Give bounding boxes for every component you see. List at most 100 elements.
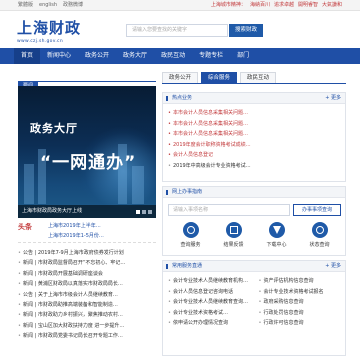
- common-services-header: 常用服务直通 + 更多: [163, 261, 345, 272]
- headline-block: 头条 上海市2019年上半年… 上海市2019年1-5月份…: [18, 219, 156, 243]
- list-item[interactable]: • 本市会计人员信息采集相关问题…: [168, 129, 345, 140]
- headline-link[interactable]: 上海市2019年上半年…: [48, 222, 101, 229]
- search-input[interactable]: 请输入您要查找的关键字: [126, 24, 228, 37]
- service-results-label: 结果反馈: [223, 242, 244, 248]
- city-spirit-label: 上海城市精神：: [210, 2, 246, 8]
- list-item[interactable]: • 公告 | 2019年7-9月上海市政府债券发行计划: [18, 248, 156, 258]
- service-inquiry-label: 查询服务: [180, 242, 201, 248]
- list-item[interactable]: • 本市会计人员信息采集相关问题…: [168, 108, 345, 119]
- tab-interaction[interactable]: 政民互动: [240, 72, 277, 83]
- news-list: • 公告 | 2019年7-9月上海市政府债券发行计划 • 新闻 | 市财政局监督局…: [18, 248, 156, 342]
- service-search-input[interactable]: 请输入事项名称: [168, 204, 290, 216]
- city-spirit-3: 開明睿智: [297, 2, 318, 8]
- hot-business-list: • 本市会计人员信息采集相关问题… • 本市会计人员信息采集相关问题… • 本市会计人…: [163, 104, 345, 171]
- nav-gov-open[interactable]: 政务公开: [78, 48, 116, 64]
- online-service-title: 网上办事指南: [172, 189, 203, 195]
- page: 繁體版 english 政務微博 上海城市精神： 海納百川 追求卓越 開明睿智 …: [0, 0, 360, 360]
- list-item[interactable]: • 新闻 | 市财政助力乡村振兴，聚焦推动农村…: [18, 310, 156, 320]
- site-logo[interactable]: 上海财政 www.czj.sh.gov.cn: [17, 17, 81, 44]
- logo-url: www.czj.sh.gov.cn: [17, 39, 63, 44]
- list-item[interactable]: • 新闻 | 宝山区加大财政扶持力度 进一步提升…: [18, 321, 156, 331]
- list-item[interactable]: • 行政处罚信息查询: [259, 308, 346, 319]
- nav-home[interactable]: 首页: [14, 48, 41, 64]
- list-item[interactable]: • 会计专业技术资格考试报名: [259, 287, 346, 298]
- nav-department[interactable]: 部门: [230, 48, 256, 64]
- hot-business-title: 热点业务: [172, 95, 193, 101]
- section-bar-icon: [166, 190, 168, 195]
- service-inquiry[interactable]: 查询服务: [173, 222, 209, 248]
- news-section-header: 要闻: [18, 72, 156, 91]
- tab-gov-open[interactable]: 政务公开: [162, 72, 199, 83]
- service-download-label: 下载中心: [266, 242, 287, 248]
- nav-interaction[interactable]: 政民互动: [154, 48, 192, 64]
- nav-news[interactable]: 新闻中心: [40, 48, 78, 64]
- common-services-box: 常用服务直通 + 更多 • 会计专业技术人员继续教育机构… • 资产评估机构信息查询…: [162, 260, 346, 356]
- headline-label: 头条: [18, 223, 32, 231]
- banner-dot[interactable]: [142, 210, 146, 214]
- common-services-more[interactable]: + 更多: [325, 261, 341, 272]
- search-icon: [182, 222, 199, 238]
- list-item[interactable]: • 资产评估机构信息查询: [259, 276, 346, 287]
- list-item[interactable]: • 会计专业技术人员继续教育机构…: [168, 276, 255, 287]
- list-item[interactable]: • 公告 | 关于上海市市级会计人员继续教育…: [18, 290, 156, 300]
- list-item[interactable]: • 行政许可信息查询: [259, 318, 346, 329]
- city-spirit-1: 海納百川: [249, 2, 270, 8]
- list-item[interactable]: • 会计专业技术资格考试…: [168, 308, 255, 319]
- banner-building: [24, 164, 34, 204]
- hot-business-header: 热点业务 + 更多: [163, 93, 345, 104]
- list-item[interactable]: • 政府采购信息查询: [259, 297, 346, 308]
- banner-dot[interactable]: [148, 210, 152, 214]
- service-tabs: 政务公开 综合服务 政民互动: [162, 72, 346, 84]
- list-item[interactable]: • 新闻 | 市财政局监督局召开“不忘初心、牢记…: [18, 258, 156, 268]
- list-item[interactable]: • 新闻 | 市财政局开展基础调研座谈会: [18, 269, 156, 279]
- news-banner[interactable]: 政务大厅 “一网通办” 上海市财政局政务大厅上线: [18, 86, 156, 218]
- top-strip: 繁體版 english 政務微博 上海城市精神： 海納百川 追求卓越 開明睿智 …: [0, 0, 360, 11]
- service-status[interactable]: 状态查询: [302, 222, 338, 248]
- list-item[interactable]: • 会计人员信息登记: [168, 150, 345, 161]
- header: 上海财政 www.czj.sh.gov.cn 请输入您要查找的关键字 搜索财政: [0, 11, 360, 48]
- list-item[interactable]: • 新闻 | 市财政局党委书记局长召开专题工作…: [18, 331, 156, 341]
- link-traditional[interactable]: 繁體版: [18, 0, 33, 11]
- nav-special[interactable]: 专题专栏: [192, 48, 230, 64]
- document-icon: [225, 222, 242, 238]
- check-icon: [311, 222, 328, 238]
- hot-business-box: 热点业务 + 更多 • 本市会计人员信息采集相关问题… • 本市会计人员信息采集相关…: [162, 92, 346, 182]
- service-search-button[interactable]: 办事事项查询: [293, 204, 341, 216]
- link-weibo[interactable]: 政務微博: [63, 0, 83, 11]
- hot-business-more[interactable]: + 更多: [325, 93, 341, 104]
- service-results[interactable]: 结果反馈: [216, 222, 252, 248]
- service-icons: 查询服务 结果反馈 下载中心 状态查询: [163, 222, 347, 248]
- list-item[interactable]: • 本市会计人员信息采集相关问题…: [168, 119, 345, 130]
- banner-title-small: 政务大厅: [30, 122, 78, 135]
- headline-link[interactable]: 上海市2019年1-5月份…: [48, 232, 104, 239]
- section-bar-icon: [166, 264, 168, 269]
- list-item[interactable]: • 依申请公开办理情况查询: [168, 318, 255, 329]
- online-service-header: 网上办事指南: [163, 187, 345, 198]
- nav-service-hall[interactable]: 政务大厅: [116, 48, 154, 64]
- list-item[interactable]: • 2019年度会计职称资格考试成绩…: [168, 140, 345, 151]
- online-service-box: 网上办事指南 请输入事项名称 办事事项查询 查询服务 结果反馈 下载中心 状态查…: [162, 186, 346, 256]
- list-item[interactable]: • 2019年中高级会计专业资格考试…: [168, 161, 345, 172]
- link-english[interactable]: english: [39, 0, 57, 11]
- city-spirit: 上海城市精神： 海納百川 追求卓越 開明睿智 大氣謙和: [211, 0, 342, 11]
- list-item[interactable]: • 会计人员信息登记咨询电话: [168, 287, 255, 298]
- service-download[interactable]: 下载中心: [259, 222, 295, 248]
- common-services-title: 常用服务直通: [172, 263, 203, 269]
- list-item[interactable]: • 会计专业技术人员继续教育查询…: [168, 297, 255, 308]
- list-item[interactable]: • 新闻 | 黄浦区财政局以真落实市财政局局长…: [18, 279, 156, 289]
- tab-services[interactable]: 综合服务: [201, 72, 238, 83]
- main-nav: 首页 新闻中心 政务公开 政务大厅 政民互动 专题专栏 部门: [0, 48, 360, 64]
- section-bar-icon: [166, 96, 168, 101]
- city-spirit-4: 大氣謙和: [321, 2, 342, 8]
- list-item[interactable]: • 新闻 | 市财政局助推高端装备和智能制造…: [18, 300, 156, 310]
- top-links: 繁體版 english 政務微博: [18, 0, 83, 11]
- banner-pager: [136, 210, 152, 214]
- search-button[interactable]: 搜索财政: [229, 24, 263, 37]
- service-status-label: 状态查询: [309, 242, 330, 248]
- download-icon: [268, 222, 285, 238]
- banner-dot[interactable]: [136, 210, 140, 214]
- city-spirit-2: 追求卓越: [273, 2, 294, 8]
- logo-text: 上海财政: [17, 19, 82, 37]
- common-services-grid: • 会计专业技术人员继续教育机构… • 资产评估机构信息查询 • 会计人员信息登记咨询…: [163, 272, 345, 329]
- banner-title-big: “一网通办”: [40, 153, 137, 173]
